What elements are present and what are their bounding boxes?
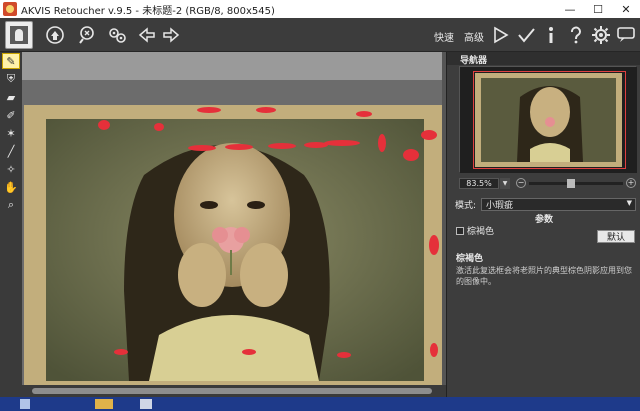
mode-row: 模式: 小瑕疵 ▼ [455,198,636,211]
image-canvas[interactable] [22,52,446,397]
back-icon[interactable] [137,25,157,45]
sepia-checkbox[interactable] [456,226,464,235]
retoucher-logo-icon [5,21,33,49]
stamp-icon[interactable]: ⛨ [2,71,20,87]
photo-canvas[interactable] [24,80,442,411]
brush-icon[interactable]: ✎ [2,53,20,69]
info-icon[interactable] [541,25,561,45]
zoom-icon[interactable]: ⌕ [2,197,20,213]
scrollbar-thumb[interactable] [32,388,432,394]
sepia-option[interactable]: 棕褐色 [456,224,494,237]
navigator-title: 导航器 [447,52,640,66]
zoom-out-icon[interactable]: − [516,178,526,188]
batch-icon[interactable] [107,25,127,45]
settings-panel: 导航器 83.5% ▼ − + 模式: 小瑕疵 ▼ 参数 棕褐色 默认 棕褐色 … [446,52,640,397]
line-icon[interactable]: ╱ [2,143,20,159]
zoom-in-icon[interactable]: + [626,178,636,188]
zoom-slider-knob[interactable] [566,178,575,188]
zoom-dropdown-icon[interactable]: ▼ [500,177,510,189]
maximize-button[interactable]: ☐ [584,0,612,18]
title-bar: AKVIS Retoucher v.9.5 - 未标题-2 (RGB/8, 80… [0,0,640,18]
wand-icon[interactable]: ✧ [2,161,20,177]
mode-label: 模式: [455,201,477,211]
advanced-mode-tab[interactable]: 高级 [464,29,484,44]
save-icon[interactable] [77,25,97,45]
navigator-preview[interactable] [459,66,637,173]
sepia-option-label: 棕褐色 [467,227,495,237]
pencil-icon[interactable]: ✐ [2,107,20,123]
app-logo-icon [3,2,17,16]
window-title: AKVIS Retoucher v.9.5 - 未标题-2 (RGB/8, 80… [21,5,275,17]
eraser-icon[interactable]: ▰ [2,89,20,105]
main-toolbar: 快速 高级 [0,18,640,52]
apply-icon[interactable] [516,25,536,45]
zoom-slider[interactable] [529,178,623,188]
forward-icon[interactable] [161,25,181,45]
feedback-icon[interactable] [616,25,636,45]
hand-icon[interactable]: ✋ [2,179,20,195]
zoom-field[interactable]: 83.5% [459,177,499,189]
default-button[interactable]: 默认 [597,230,635,243]
canvas-top-strip [22,52,446,80]
chevron-down-icon: ▼ [626,199,632,207]
preferences-icon[interactable] [591,25,611,45]
tool-panel: ✎ ⛨ ▰ ✐ ✶ ╱ ✧ ✋ ⌕ [0,52,22,397]
taskbar-app-icon[interactable] [95,399,113,409]
zoom-controls: 83.5% ▼ − + [459,177,636,189]
description-text: 激活此复选框会将老照片的典型棕色阴影应用到您的图像中。 [456,266,632,286]
taskbar-app-icon[interactable] [140,399,152,409]
open-icon[interactable] [45,25,65,45]
magic-icon[interactable]: ✶ [2,125,20,141]
taskbar-app-icon[interactable] [20,399,30,409]
mode-select[interactable]: 小瑕疵 ▼ [481,198,636,211]
run-icon[interactable] [490,25,510,45]
window-controls: — ☐ ✕ [556,0,640,18]
navigator-viewport-frame[interactable] [473,71,626,169]
help-icon[interactable] [566,25,586,45]
quick-mode-tab[interactable]: 快速 [434,29,454,44]
close-button[interactable]: ✕ [612,0,640,18]
horizontal-scrollbar[interactable] [22,385,446,397]
description-title: 棕褐色 [456,254,484,264]
mode-select-value: 小瑕疵 [486,201,514,211]
taskbar [0,397,640,411]
minimize-button[interactable]: — [556,0,584,18]
